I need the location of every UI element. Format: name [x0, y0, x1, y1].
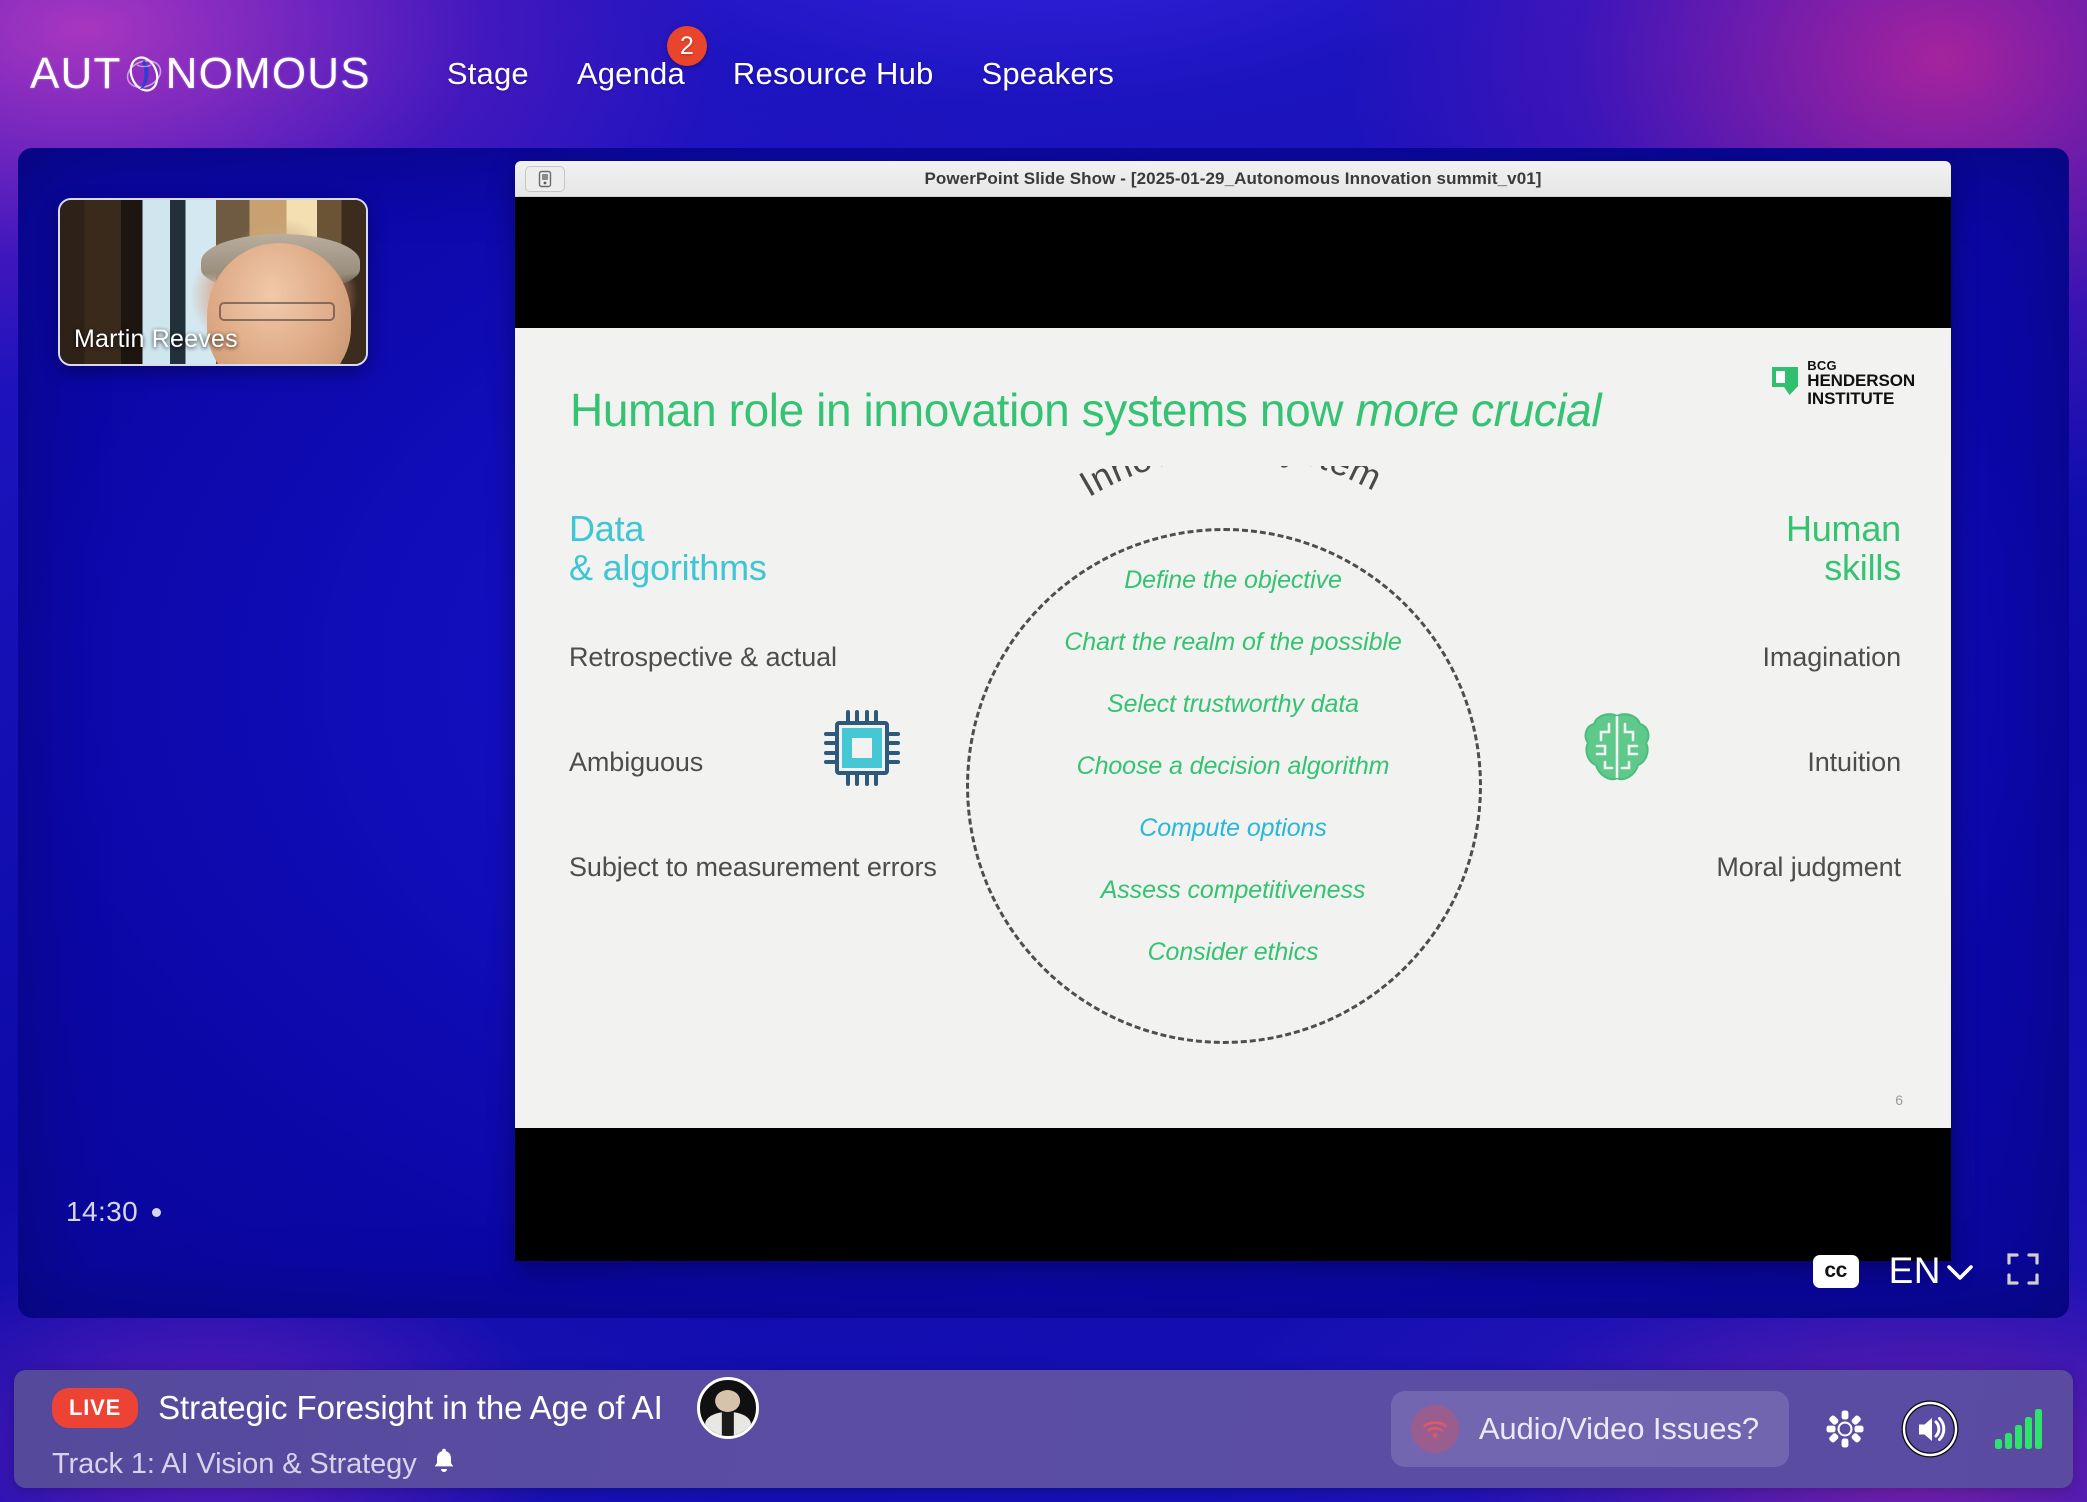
right-list-item: Imagination	[1762, 641, 1902, 672]
wifi-icon	[1410, 1405, 1459, 1453]
innovation-step: Define the objective	[1124, 566, 1342, 594]
top-navigation-bar: AUT NOMOUS Stage Agenda 2 Resource Hub S…	[0, 0, 2087, 148]
timecode-value: 14:30	[66, 1196, 139, 1227]
avatar[interactable]	[696, 1377, 759, 1439]
left-heading-line2: & algorithms	[569, 546, 767, 588]
nav-items: Stage Agenda 2 Resource Hub Speakers	[423, 26, 1138, 102]
right-heading-line1: Human	[1785, 508, 1901, 549]
globe-icon	[123, 53, 165, 95]
player-controls: cc EN	[1812, 1250, 2041, 1292]
innovation-step: Select trustworthy data	[1107, 690, 1359, 718]
shared-screen: PowerPoint Slide Show - [2025-01-29_Auto…	[515, 161, 1951, 1261]
bottom-session-bar: LIVE Strategic Foresight in the Age of A…	[14, 1370, 2073, 1488]
nav-item-resource-hub[interactable]: Resource Hub	[709, 56, 958, 92]
left-list-item: Subject to measurement errors	[569, 851, 937, 882]
right-column-heading: Human skills	[1571, 508, 1901, 588]
innovation-step: Consider ethics	[1147, 938, 1319, 966]
arc-label-text: Innovation system	[1072, 466, 1388, 504]
speaker-video-thumbnail[interactable]: Martin Reeves	[58, 198, 368, 366]
nav-item-agenda[interactable]: Agenda 2	[553, 26, 709, 92]
live-dot-indicator	[152, 1207, 162, 1217]
bell-icon[interactable]	[431, 1448, 457, 1481]
event-platform-app: AUT NOMOUS Stage Agenda 2 Resource Hub S…	[0, 0, 2087, 1502]
powerpoint-title-text: PowerPoint Slide Show - [2025-01-29_Auto…	[924, 168, 1542, 188]
language-selector[interactable]: EN	[1889, 1250, 1975, 1292]
innovation-step: Chart the realm of the possible	[1064, 628, 1402, 656]
avatar-tie	[721, 1412, 734, 1436]
slide-page-number: 6	[1895, 1092, 1903, 1108]
slide-title-main: Human role in innovation systems now	[570, 384, 1356, 436]
bcg-mark-icon	[1772, 366, 1799, 395]
track-label: Track 1: AI Vision & Strategy	[52, 1448, 417, 1480]
session-title: Strategic Foresight in the Age of AI	[158, 1389, 663, 1426]
fullscreen-icon[interactable]	[2005, 1251, 2041, 1292]
bcg-line-3: INSTITUTE	[1807, 388, 1895, 408]
track-row: Track 1: AI Vision & Strategy	[52, 1448, 759, 1481]
nav-item-speakers[interactable]: Speakers	[957, 56, 1138, 92]
innovation-step: Choose a decision algorithm	[1076, 752, 1390, 780]
stage-video-area: Martin Reeves 14:30 PowerPoint Slide Sho…	[18, 148, 2069, 1318]
nav-label-stage: Stage	[446, 56, 529, 91]
language-label: EN	[1888, 1250, 1941, 1291]
audio-video-issues-label: Audio/Video Issues?	[1478, 1411, 1759, 1446]
screen-share-icon[interactable]	[525, 166, 565, 192]
left-list-item: Retrospective & actual	[569, 641, 837, 672]
session-info: LIVE Strategic Foresight in the Age of A…	[52, 1377, 759, 1481]
right-heading-line2: skills	[1824, 546, 1901, 588]
bcg-line-1: BCG	[1807, 358, 1837, 373]
slide-title-emphasis: more crucial	[1355, 384, 1602, 436]
nav-label-resource-hub: Resource Hub	[732, 56, 934, 91]
chip-icon	[820, 706, 904, 795]
right-list-item: Moral judgment	[1716, 851, 1901, 882]
logo-text-after: NOMOUS	[165, 49, 371, 98]
stream-timecode: 14:30	[66, 1196, 162, 1228]
closed-captions-button[interactable]: cc	[1812, 1254, 1859, 1288]
innovation-step: Compute options	[1139, 814, 1327, 842]
slide-title: Human role in innovation systems now mor…	[570, 383, 1602, 437]
agenda-notification-badge: 2	[666, 26, 707, 66]
speaker-volume-icon[interactable]	[1901, 1400, 1959, 1458]
powerpoint-title-bar: PowerPoint Slide Show - [2025-01-29_Auto…	[515, 161, 1951, 197]
gear-icon[interactable]	[1823, 1407, 1867, 1451]
avatar-head	[714, 1389, 741, 1412]
signal-bars-icon	[1993, 1407, 2043, 1451]
powerpoint-body: BCG HENDERSON INSTITUTE Human role in in…	[515, 197, 1951, 1261]
speaker-name-label: Martin Reeves	[74, 325, 238, 353]
live-status-badge: LIVE	[52, 1388, 139, 1428]
logo-text-before: AUT	[30, 49, 122, 98]
session-title-row: LIVE Strategic Foresight in the Age of A…	[52, 1377, 759, 1439]
left-column-heading: Data & algorithms	[569, 508, 899, 588]
presentation-slide: BCG HENDERSON INSTITUTE Human role in in…	[515, 328, 1951, 1128]
innovation-step: Assess competitiveness	[1100, 876, 1366, 904]
innovation-steps-list: Define the objective Chart the realm of …	[913, 566, 1553, 1000]
innovation-system-diagram: Innovation system	[824, 466, 1650, 1074]
autonomous-logo[interactable]: AUT NOMOUS	[30, 46, 371, 102]
nav-item-stage[interactable]: Stage	[423, 56, 553, 92]
nav-label-speakers: Speakers	[981, 56, 1115, 91]
bcg-logo-text: BCG HENDERSON INSTITUTE	[1807, 359, 1915, 407]
bcg-line-2: HENDERSON	[1807, 371, 1915, 391]
audio-video-issues-button[interactable]: Audio/Video Issues?	[1390, 1391, 1789, 1467]
chevron-down-icon	[1945, 1250, 1975, 1292]
left-heading-line1: Data	[569, 508, 645, 549]
nav-label-agenda: Agenda	[576, 56, 685, 91]
bcg-henderson-institute-logo: BCG HENDERSON INSTITUTE	[1770, 359, 1915, 407]
speaker-glasses	[219, 301, 336, 322]
brain-icon	[1575, 706, 1659, 795]
bottom-bar-actions: Audio/Video Issues?	[1390, 1391, 2043, 1467]
